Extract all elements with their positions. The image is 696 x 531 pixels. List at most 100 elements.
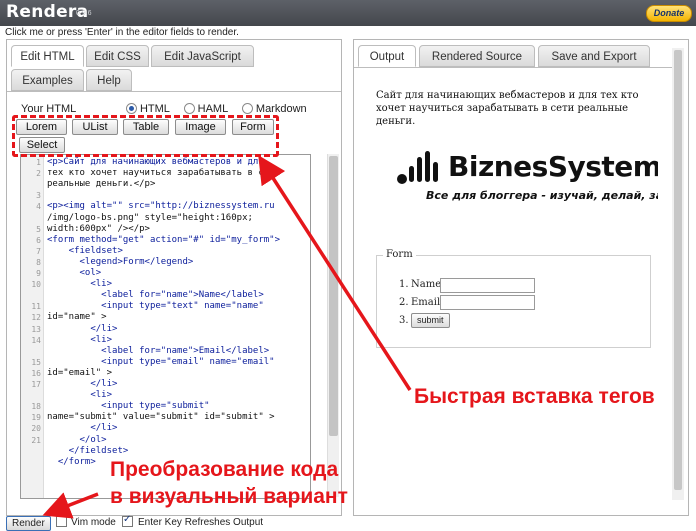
tab-edit-html[interactable]: Edit HTML (11, 45, 84, 67)
quick-insert-caption: Быстрая вставка тегов (414, 385, 655, 408)
tab-rendered-source[interactable]: Rendered Source (419, 45, 535, 67)
line-number: 3 (36, 191, 41, 201)
code-line: реальные деньги.</p> (47, 179, 156, 190)
mode-selector: Your HTML HTML HAML Markdown (21, 103, 307, 115)
output-fieldset: Form 1. Name 2. Email 3. submit (376, 249, 651, 348)
code-line: тех кто хочет научиться зарабатывать в с… (47, 168, 280, 179)
logo-tagline: Все для блоггера - изучай, делай, зараба… (426, 189, 658, 202)
code-line: /img/logo-bs.png" style="height:160px; (47, 212, 253, 223)
email-label: Email (411, 297, 441, 308)
output-panel: Output Rendered Source Save and Export С… (353, 39, 689, 516)
mode-label: Your HTML (21, 103, 76, 115)
radio-haml[interactable] (183, 103, 195, 114)
line-number: 9 (36, 269, 41, 278)
quick-insert-highlight (12, 115, 279, 157)
line-number: 8 (36, 257, 41, 267)
radio-markdown[interactable] (241, 103, 253, 114)
code-line: <label for="name">Email</label> (47, 345, 270, 356)
code-line: <input type="text" name="name" (47, 301, 264, 312)
line-number: 14 (31, 335, 41, 345)
code-line: <li> (47, 279, 113, 290)
radio-haml-label: HAML (197, 103, 228, 115)
line-number: 12 (31, 313, 41, 323)
field-number: 2. (399, 297, 409, 308)
code-line: </li> (47, 379, 118, 389)
render-hint[interactable]: Click me or press 'Enter' in the editor … (5, 27, 239, 38)
line-number: 21 (31, 435, 41, 445)
tab-save-export[interactable]: Save and Export (538, 45, 650, 67)
line-number: 4 (36, 202, 41, 212)
line-number: 11 (31, 302, 41, 312)
line-number: 10 (31, 280, 41, 290)
tab-output[interactable]: Output (358, 45, 416, 67)
radio-markdown-label: Markdown (255, 103, 307, 115)
line-number: 2 (36, 169, 41, 179)
vim-mode-label: Vim mode (71, 517, 116, 528)
email-input[interactable] (440, 295, 535, 310)
code-line: </li> (47, 423, 118, 434)
field-number: 3. (399, 315, 409, 326)
code-line: <legend>Form</legend> (47, 256, 194, 267)
code-line: </ol> (47, 434, 107, 445)
line-number: 1 (36, 158, 41, 167)
tab-divider (354, 67, 672, 68)
line-number: 20 (31, 424, 41, 434)
code-line: <label for="name">Name</label> (47, 290, 264, 301)
output-paragraph: Сайт для начинающих вебмастеров и для те… (376, 90, 639, 127)
tab-help[interactable]: Help (86, 69, 132, 91)
biznessystem-logo: BiznesSystem Все для блоггера - изучай, … (396, 148, 658, 212)
line-number: 5 (36, 224, 41, 234)
code-line: <input type="submit" (47, 401, 210, 412)
editor-scroll-thumb[interactable] (329, 156, 338, 436)
tab-edit-javascript[interactable]: Edit JavaScript (151, 45, 254, 67)
line-number: 13 (31, 324, 41, 334)
app-version: 0.9.6 (76, 10, 92, 17)
editor-panel: Edit HTML Edit CSS Edit JavaScript Examp… (6, 39, 342, 516)
name-label: Name (411, 279, 442, 290)
bar-chart-icon (397, 151, 438, 184)
donate-button[interactable]: Donate (646, 5, 692, 22)
code-line: <li> (47, 390, 113, 401)
line-number: 7 (36, 246, 41, 256)
code-line: <input type="email" name="email" (47, 356, 275, 367)
code-line: <p>Сайт для начинающих вебмастеров и для (47, 157, 264, 167)
logo-wordmark: BiznesSystem (448, 150, 658, 183)
line-number: 18 (31, 402, 41, 412)
code-line: <fieldset> (47, 245, 123, 256)
title-bar: Rendera 0.9.6 Donate (0, 0, 696, 26)
code-line: <form method="get" action="#" id="my_for… (47, 234, 280, 245)
render-button[interactable]: Render (6, 516, 51, 531)
code-line: </fieldset> (47, 445, 129, 456)
line-number: 19 (31, 413, 41, 423)
html-editor[interactable]: 1 2 3 4 5 6 7 8 9 10 11 12 13 14 15 16 17 18 19 20 21 <p>Сай… (20, 154, 311, 499)
render-caption-line1: Преобразование кода (110, 458, 339, 481)
line-number: 17 (31, 380, 41, 389)
tab-examples[interactable]: Examples (11, 69, 84, 91)
code-line: </li> (47, 323, 118, 334)
code-line: id="email" > (47, 367, 113, 378)
code-line: <ol> (47, 268, 102, 278)
tab-edit-css[interactable]: Edit CSS (86, 45, 149, 67)
line-gutter: 1 2 3 4 5 6 7 8 9 10 11 12 13 14 15 16 17 18 19 20 21 (21, 155, 44, 498)
name-input[interactable] (440, 278, 535, 293)
render-caption-line2: в визуальный вариант (110, 485, 348, 508)
line-number: 16 (31, 368, 41, 378)
code-line: </form> (47, 456, 96, 467)
output-scroll-thumb[interactable] (674, 50, 682, 490)
code-line: width:600px" /></p> (47, 223, 150, 234)
line-number: 6 (36, 235, 41, 245)
enter-refresh-label: Enter Key Refreshes Output (138, 517, 264, 528)
tab-divider (7, 91, 341, 92)
submit-button[interactable]: submit (411, 313, 450, 328)
line-number: 15 (31, 357, 41, 367)
code-line: name="submit" value="submit" id="submit"… (47, 412, 275, 423)
editor-scrollbar[interactable] (327, 154, 339, 497)
output-scrollbar[interactable] (672, 48, 684, 500)
fieldset-legend: Form (383, 249, 416, 260)
field-number: 1. (399, 279, 409, 290)
code-line: <li> (47, 334, 113, 345)
radio-html-label: HTML (139, 103, 170, 115)
radio-html[interactable] (125, 103, 137, 114)
enter-refresh-checkbox[interactable] (122, 514, 133, 527)
vim-mode-checkbox[interactable] (56, 516, 67, 527)
